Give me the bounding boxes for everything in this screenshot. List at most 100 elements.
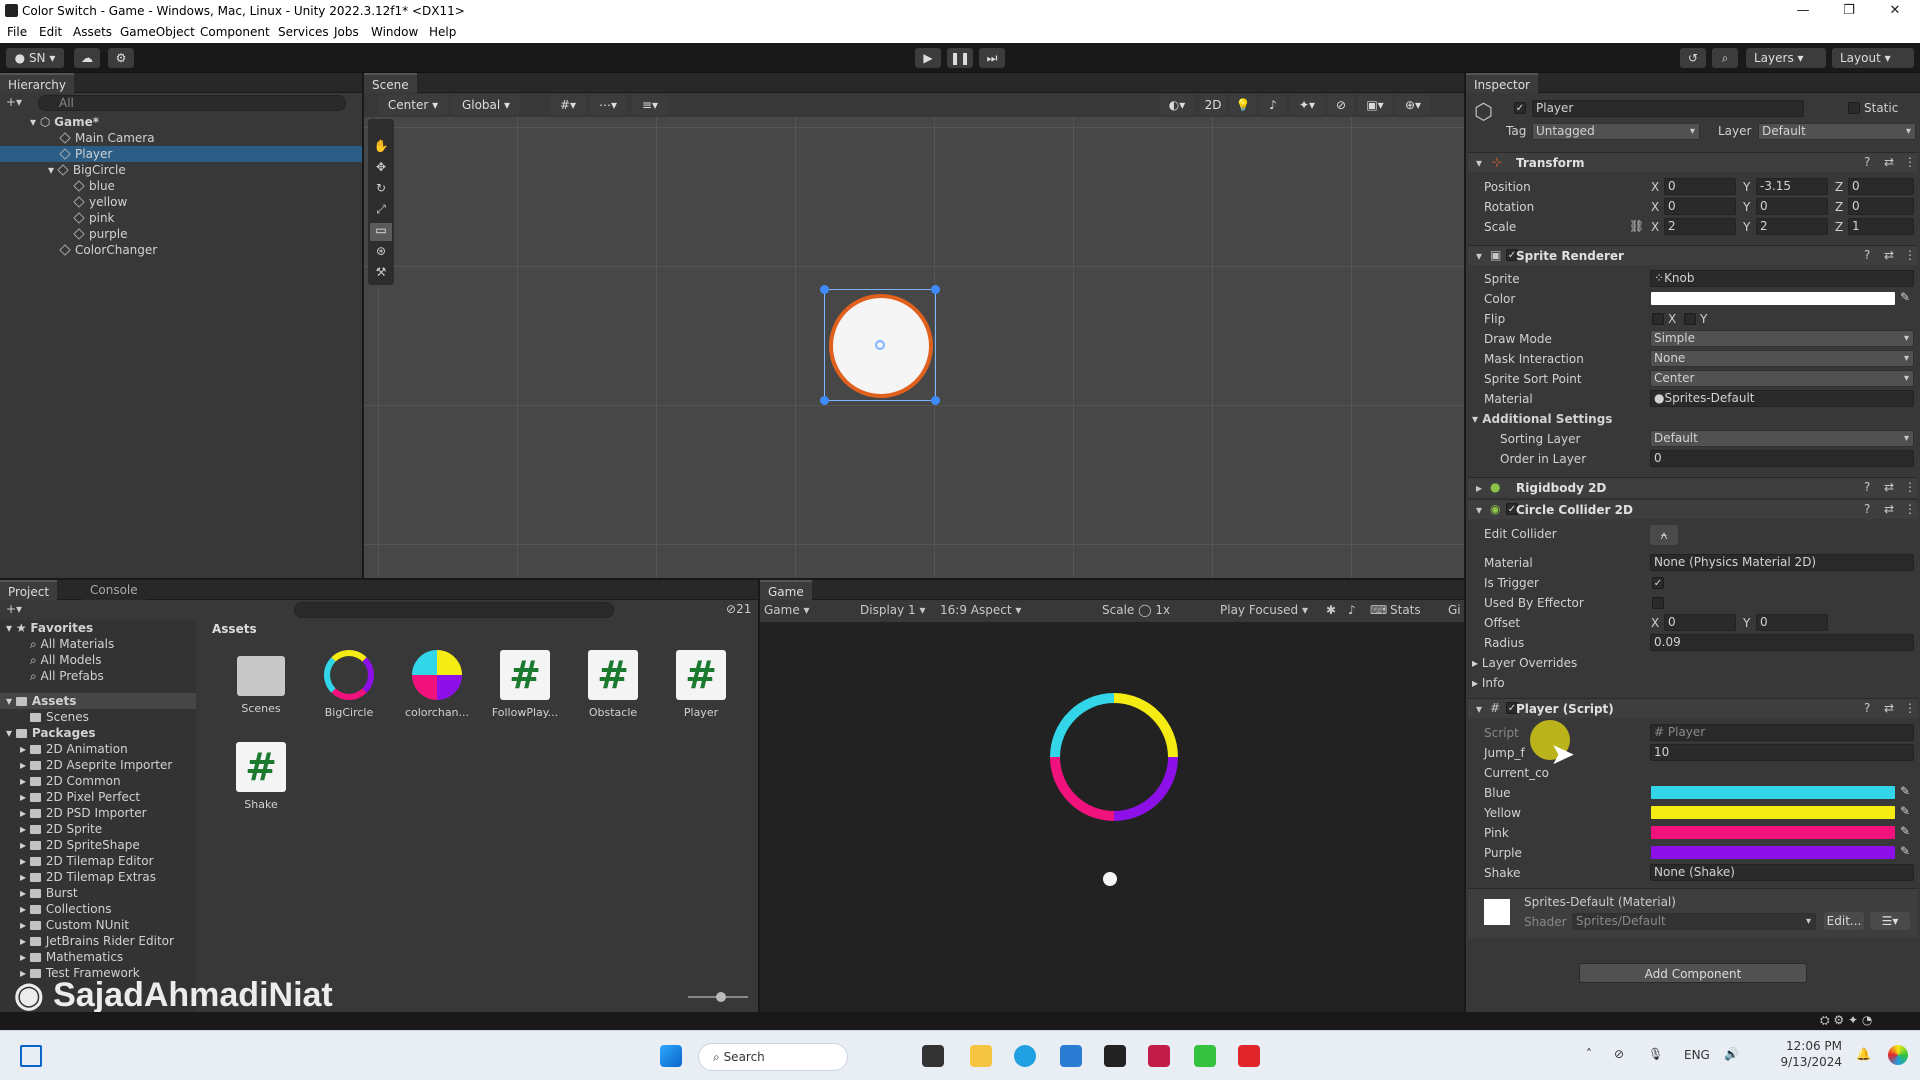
eyedropper-icon[interactable]: ✎ <box>1900 824 1910 838</box>
increment-snap-icon[interactable]: ≡▾ <box>632 95 668 115</box>
context-menu-icon[interactable]: ⋮ <box>1904 155 1916 169</box>
additional-settings-foldout[interactable]: ▾ Additional Settings <box>1472 412 1612 426</box>
preset-icon[interactable]: ⇄ <box>1884 248 1894 262</box>
order-in-layer-input[interactable]: 0 <box>1650 450 1914 467</box>
tree-package-item[interactable]: ▸ 2D Tilemap Editor <box>20 853 154 869</box>
layout-dropdown[interactable]: Layout ▾ <box>1832 48 1914 68</box>
hierarchy-search-input[interactable]: All <box>38 95 346 111</box>
position-z-input[interactable]: 0 <box>1848 178 1914 195</box>
tree-package-item[interactable]: ▸ 2D Tilemap Extras <box>20 869 156 885</box>
shader-options-icon[interactable]: ☰▾ <box>1870 912 1910 930</box>
gizmos-button[interactable]: Gi <box>1448 603 1461 617</box>
tab-game[interactable]: Game <box>760 580 812 600</box>
sprite-renderer-header[interactable]: ▾ ▣ ✓ Sprite Renderer ? ⇄ ⋮ <box>1468 245 1918 265</box>
language-indicator[interactable]: ENG <box>1684 1048 1710 1062</box>
unity-hub-icon[interactable] <box>1104 1045 1126 1067</box>
play-focused-dropdown[interactable]: Play Focused ▾ <box>1220 603 1308 617</box>
hierarchy-item-game[interactable]: ▾ ⬡ Game* <box>30 114 360 130</box>
icon-size-slider[interactable] <box>688 992 748 1002</box>
player-script-header[interactable]: ▾ # ✓ Player (Script) ? ⇄ ⋮ <box>1468 698 1918 718</box>
player-selection-rect[interactable] <box>820 285 940 405</box>
menu-gameobject[interactable]: GameObject <box>120 25 195 39</box>
hierarchy-item-player[interactable]: Player <box>0 146 362 162</box>
context-menu-icon[interactable]: ⋮ <box>1904 480 1916 494</box>
tray-chevron-icon[interactable]: ˄ <box>1586 1047 1592 1061</box>
step-button[interactable]: ⏭ <box>979 48 1005 68</box>
mask-interaction-dropdown[interactable]: None <box>1650 350 1914 367</box>
menu-help[interactable]: Help <box>429 25 456 39</box>
tab-hierarchy[interactable]: Hierarchy <box>0 73 75 93</box>
layer-dropdown[interactable]: Default <box>1758 123 1916 140</box>
menu-jobs[interactable]: Jobs <box>334 25 359 39</box>
pivot-dropdown[interactable]: Center ▾ <box>378 95 448 115</box>
aspect-dropdown[interactable]: 16:9 Aspect ▾ <box>940 603 1021 617</box>
file-explorer-icon[interactable] <box>970 1045 992 1067</box>
rect-handle[interactable] <box>820 396 829 405</box>
tree-package-item[interactable]: ▸ 2D Pixel Perfect <box>20 789 140 805</box>
transform-tool-icon[interactable]: ⊛ <box>370 244 392 262</box>
game-view[interactable] <box>760 622 1464 1012</box>
asset-bigcircle[interactable]: BigCircle <box>314 650 384 719</box>
network-icon[interactable]: ⊘ <box>1614 1047 1624 1061</box>
menu-component[interactable]: Component <box>200 25 270 39</box>
sorting-layer-dropdown[interactable]: Default <box>1650 430 1914 447</box>
asset-shake[interactable]: # Shake <box>226 742 296 811</box>
hierarchy-item-bigcircle[interactable]: ▾ BigCircle <box>48 162 126 178</box>
minimize-button[interactable]: — <box>1780 0 1826 22</box>
close-button[interactable]: ✕ <box>1872 0 1918 22</box>
camera-icon[interactable]: ▣▾ <box>1358 95 1392 115</box>
tree-assets[interactable]: ▾ Assets <box>0 693 196 709</box>
help-icon[interactable]: ? <box>1864 502 1870 516</box>
tree-package-item[interactable]: ▸ Burst <box>20 885 78 901</box>
scale-slider[interactable]: Scale ◯ 1x <box>1102 603 1170 617</box>
circle-collider-header[interactable]: ▾ ◉ ✓ Circle Collider 2D ? ⇄ ⋮ <box>1468 499 1918 519</box>
custom-tool-icon[interactable]: ⚒ <box>370 265 392 283</box>
info-foldout[interactable]: ▸ Info <box>1472 676 1505 690</box>
hierarchy-item-colorchanger[interactable]: ColorChanger <box>59 242 157 258</box>
sprite-object-field[interactable]: ⁘Knob <box>1650 270 1914 287</box>
sort-point-dropdown[interactable]: Center <box>1650 370 1914 387</box>
eyedropper-icon[interactable]: ✎ <box>1900 290 1910 304</box>
account-button[interactable]: ● SN ▾ <box>6 48 64 68</box>
edge-icon[interactable] <box>1014 1045 1036 1067</box>
scale-tool-icon[interactable]: ⤢ <box>370 202 392 220</box>
object-name-input[interactable]: Player <box>1532 100 1804 117</box>
position-x-input[interactable]: 0 <box>1664 178 1736 195</box>
hierarchy-item-pink[interactable]: pink <box>73 210 115 226</box>
asset-colorchanger[interactable]: colorchan... <box>402 650 472 719</box>
tag-dropdown[interactable]: Untagged <box>1532 123 1700 140</box>
preset-icon[interactable]: ⇄ <box>1884 480 1894 494</box>
preset-icon[interactable]: ⇄ <box>1884 155 1894 169</box>
rotate-tool-icon[interactable]: ↻ <box>370 181 392 199</box>
rigidbody-header[interactable]: ▸ ● Rigidbody 2D ? ⇄ ⋮ <box>1468 477 1918 497</box>
preset-icon[interactable]: ⇄ <box>1884 701 1894 715</box>
move-tool-icon[interactable]: ✥ <box>370 160 392 178</box>
flip-y-checkbox[interactable] <box>1684 313 1696 325</box>
rider-icon[interactable] <box>1148 1045 1170 1067</box>
hierarchy-item-purple[interactable]: purple <box>73 226 128 242</box>
draw-mode-icon[interactable]: ◐▾ <box>1160 95 1194 115</box>
shake-object-field[interactable]: None (Shake) <box>1650 864 1914 881</box>
shortcuts-icon[interactable]: ⌨ <box>1370 603 1387 617</box>
menu-services[interactable]: Services <box>278 25 329 39</box>
gizmos-icon[interactable]: ⊕▾ <box>1396 95 1430 115</box>
frame-debugger-icon[interactable]: ✱ <box>1326 603 1336 617</box>
tree-favorites[interactable]: ▾ ★ Favorites <box>6 620 93 636</box>
scale-y-input[interactable]: 2 <box>1756 218 1828 235</box>
create-icon[interactable]: +▾ <box>6 602 22 616</box>
rect-tool-icon[interactable]: ▭ <box>370 223 392 241</box>
recorder-icon[interactable] <box>1238 1045 1260 1067</box>
help-icon[interactable]: ? <box>1864 248 1870 262</box>
cloud-icon[interactable]: ☁ <box>74 48 100 68</box>
eyedropper-icon[interactable]: ✎ <box>1900 844 1910 858</box>
tree-package-item[interactable]: ▸ Collections <box>20 901 111 917</box>
menu-window[interactable]: Window <box>371 25 418 39</box>
blue-color-field[interactable] <box>1651 786 1895 799</box>
tree-packages[interactable]: ▾ Packages <box>6 725 95 741</box>
grid-visibility-icon[interactable]: ⋯▾ <box>590 95 626 115</box>
rect-handle[interactable] <box>931 396 940 405</box>
layers-dropdown[interactable]: Layers ▾ <box>1746 48 1826 68</box>
color-field[interactable] <box>1651 292 1895 305</box>
search-box[interactable]: ⌕ Search <box>698 1043 848 1071</box>
space-dropdown[interactable]: Global ▾ <box>452 95 520 115</box>
